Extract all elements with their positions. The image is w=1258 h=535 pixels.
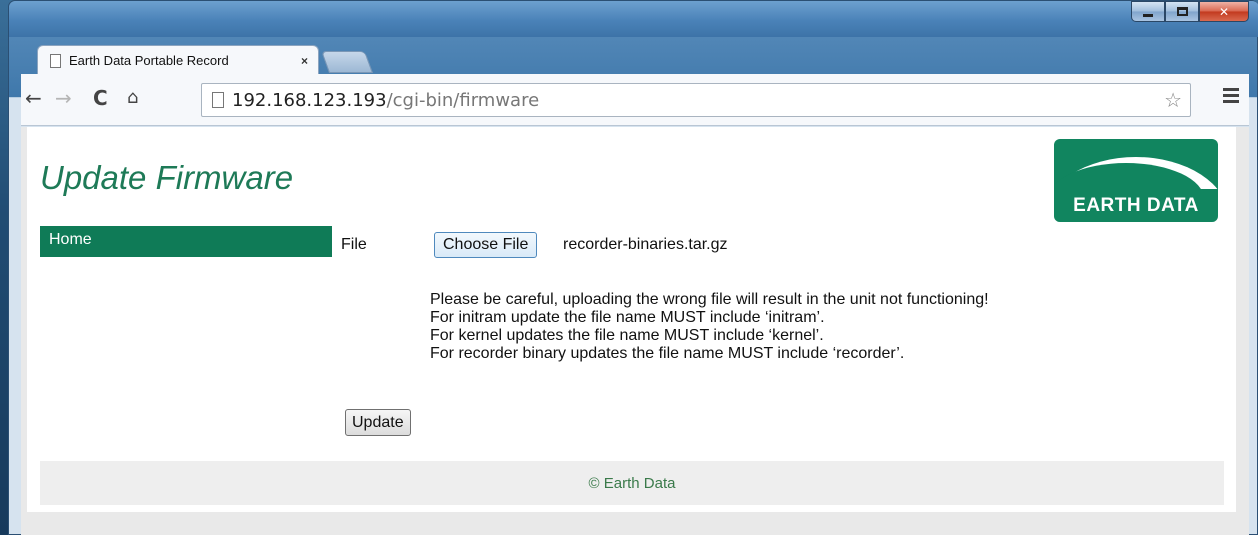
url-path: /cgi-bin/firmware <box>386 89 540 111</box>
back-arrow-icon[interactable]: ← <box>25 88 42 108</box>
page-content: Update Firmware EARTH DATA Home File Cho… <box>27 127 1236 512</box>
close-icon: ✕ <box>1218 4 1230 19</box>
note-initram: For initram update the file name MUST in… <box>430 309 825 326</box>
close-window-button[interactable]: ✕ <box>1199 1 1249 22</box>
star-icon[interactable]: ☆ <box>1164 88 1182 112</box>
browser-toolbar: ← → C ⌂ 192.168.123.193/cgi-bin/firmware… <box>21 74 1249 126</box>
hamburger-menu-icon[interactable] <box>1223 88 1239 106</box>
minimize-button[interactable] <box>1131 1 1165 22</box>
reload-icon[interactable]: C <box>93 88 108 108</box>
file-label: File <box>341 236 367 253</box>
note-warning: Please be careful, uploading the wrong f… <box>430 291 989 308</box>
maximize-button[interactable] <box>1165 1 1199 22</box>
tab-close-icon[interactable]: × <box>301 54 308 68</box>
forward-arrow-icon[interactable]: → <box>55 88 72 108</box>
window-titlebar[interactable]: ✕ <box>9 1 1258 37</box>
page-icon <box>50 53 61 68</box>
choose-file-button[interactable]: Choose File <box>434 232 538 258</box>
page-viewport: Update Firmware EARTH DATA Home File Cho… <box>21 127 1249 535</box>
upload-notes: Please be careful, uploading the wrong f… <box>430 291 989 363</box>
page-title: Update Firmware <box>40 159 294 196</box>
footer: © Earth Data <box>40 461 1224 505</box>
page-icon <box>212 92 224 108</box>
new-tab-button[interactable] <box>320 51 374 73</box>
window-controls: ✕ <box>1131 1 1249 22</box>
sidebar-item-home[interactable]: Home <box>40 226 332 257</box>
tab-title: Earth Data Portable Record <box>69 53 229 68</box>
update-button[interactable]: Update <box>345 409 411 436</box>
footer-copyright: © Earth Data <box>588 474 676 492</box>
url-host: 192.168.123.193 <box>232 89 387 111</box>
note-kernel: For kernel updates the file name MUST in… <box>430 327 824 344</box>
logo-text: EARTH DATA <box>1054 189 1218 222</box>
address-bar[interactable]: 192.168.123.193/cgi-bin/firmware ☆ <box>201 83 1191 117</box>
earth-data-logo: EARTH DATA <box>1054 139 1218 222</box>
selected-file-name: recorder-binaries.tar.gz <box>563 236 728 253</box>
note-recorder: For recorder binary updates the file nam… <box>430 345 905 362</box>
minimize-icon <box>1143 14 1153 17</box>
browser-tab[interactable]: Earth Data Portable Record × <box>37 45 319 75</box>
desktop: ✕ Earth Data Portable Record × ← → C ⌂ 1… <box>0 0 1258 535</box>
home-icon[interactable]: ⌂ <box>127 88 138 108</box>
maximize-icon <box>1176 7 1188 16</box>
